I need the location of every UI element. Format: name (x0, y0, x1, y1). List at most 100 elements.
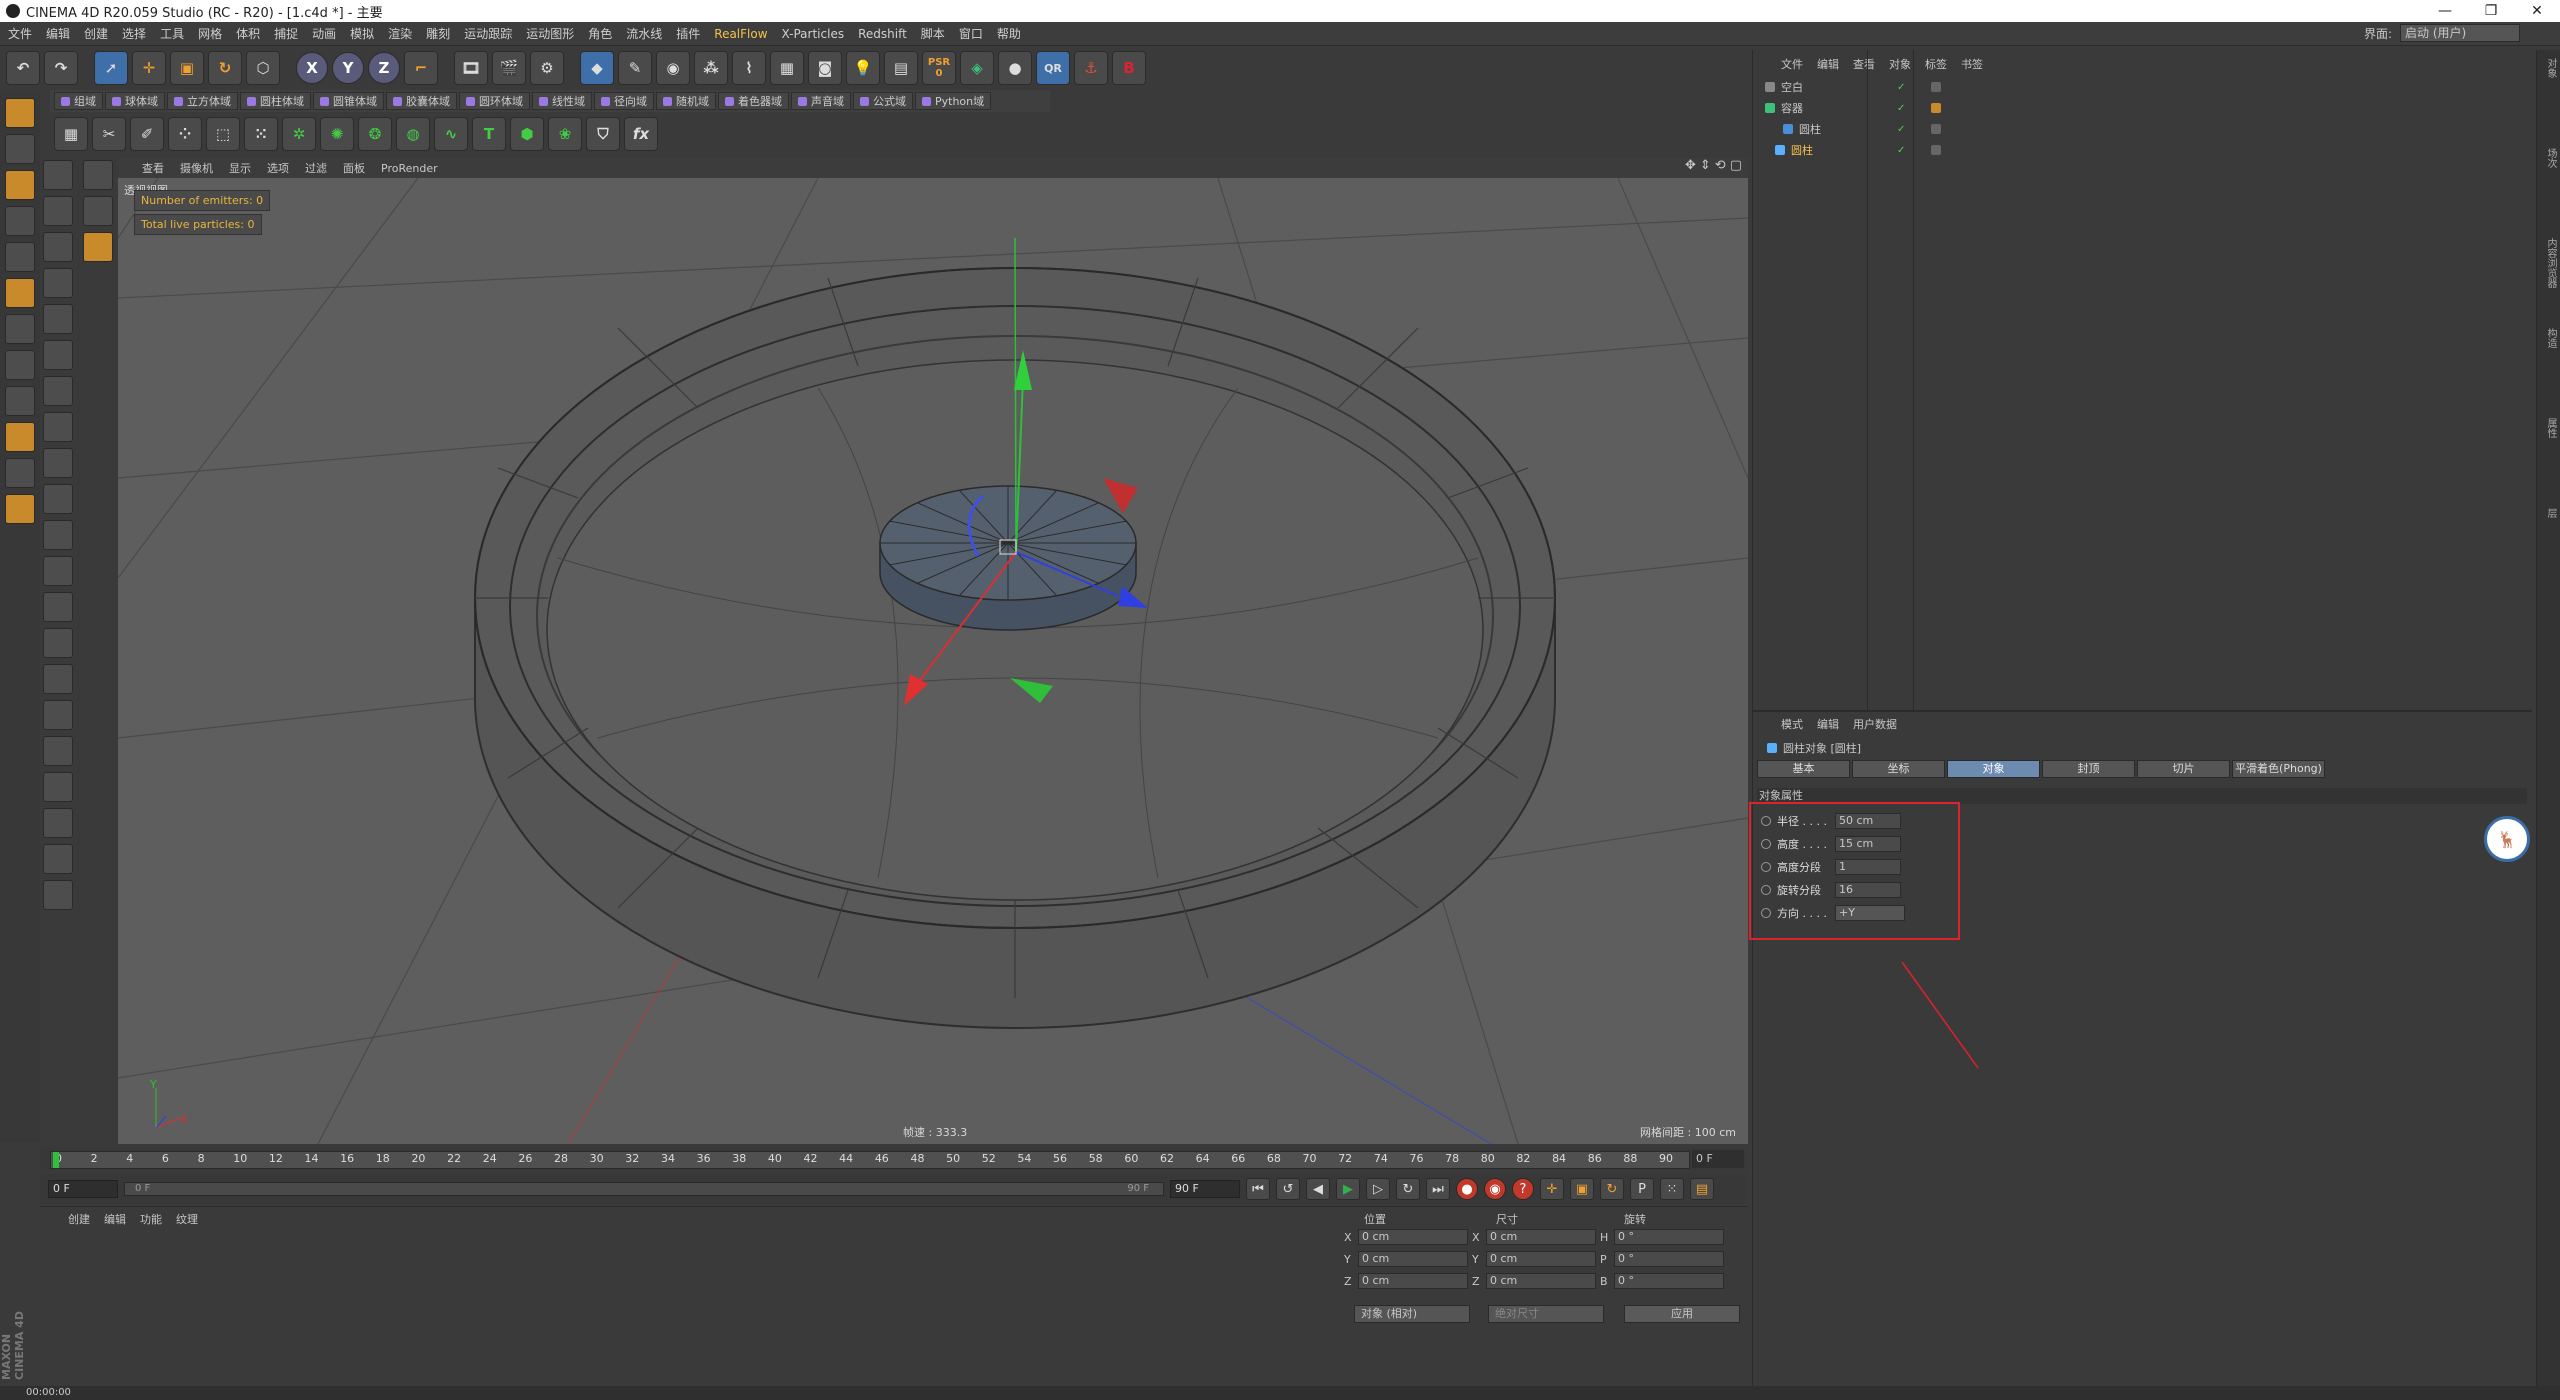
attribute-tab[interactable]: 切片 (2137, 760, 2230, 778)
menu-item[interactable]: 脚本 (921, 25, 945, 42)
points-icon[interactable]: ⁘ (168, 117, 202, 151)
emitter-icon[interactable]: ✲ (282, 117, 316, 151)
tag-icon[interactable]: ▤ (884, 51, 918, 85)
x-axis-icon[interactable]: X (296, 52, 328, 84)
attribute-tab[interactable]: 对象 (1947, 760, 2040, 778)
visibility-check-icon[interactable]: ✓ (1897, 103, 1905, 114)
pen-icon[interactable]: ✎ (618, 51, 652, 85)
split-icon[interactable] (43, 628, 73, 658)
object-tag-icon[interactable] (1931, 103, 1942, 113)
subdivide-icon[interactable] (43, 808, 73, 838)
attribute-menu-item[interactable]: 模式 (1781, 716, 1803, 732)
viewport-menu-item[interactable]: 过滤 (305, 160, 327, 176)
visibility-check-icon[interactable]: ✓ (1897, 124, 1905, 135)
menu-item[interactable]: 运动图形 (526, 25, 574, 42)
current-frame-field[interactable]: 0 F (1692, 1150, 1744, 1168)
key-param-icon[interactable]: P (1630, 1178, 1654, 1200)
anchor-icon[interactable]: ⚓ (1074, 51, 1108, 85)
texture-mode-icon[interactable] (5, 134, 35, 164)
object-tag-icon[interactable] (1931, 82, 1942, 92)
field-button[interactable]: 公式域 (853, 92, 913, 110)
lasso-icon[interactable]: ⬚ (206, 117, 240, 151)
menu-item[interactable]: 工具 (160, 25, 184, 42)
maximize-view-icon[interactable]: ▢ (1730, 158, 1742, 173)
xpresso-icon[interactable]: ◈ (960, 51, 994, 85)
timeline-ruler[interactable]: 0246810121416182022242628303234363840424… (40, 1148, 1746, 1170)
menu-item[interactable]: 编辑 (46, 25, 70, 42)
move-tool-icon[interactable] (83, 232, 113, 262)
attribute-tab[interactable]: 坐标 (1852, 760, 1945, 778)
axis-mode-icon[interactable] (5, 314, 35, 344)
end-frame-field[interactable]: 90 F (1170, 1180, 1240, 1198)
coord-size-field[interactable]: 0 cm (1486, 1273, 1596, 1289)
visibility-check-icon[interactable]: ✓ (1897, 145, 1905, 156)
menu-item[interactable]: 窗口 (959, 25, 983, 42)
object-tool-icon[interactable] (83, 160, 113, 190)
visibility-check-icon[interactable]: ✓ (1897, 82, 1905, 93)
object-menu-item[interactable]: 标签 (1925, 56, 1947, 72)
workplane-icon[interactable] (5, 170, 35, 200)
scale-icon[interactable]: ▣ (170, 51, 204, 85)
poly-select-icon[interactable] (43, 232, 73, 262)
zoom-icon[interactable]: ⇕ (1700, 158, 1711, 173)
mirror-icon[interactable] (43, 844, 73, 874)
trail-icon[interactable]: ∿ (434, 117, 468, 151)
edges-mode-icon[interactable] (5, 242, 35, 272)
coord-rot-field[interactable]: 0 ° (1614, 1251, 1724, 1267)
object-tag-icon[interactable] (1931, 124, 1942, 134)
modifier-icon[interactable]: ❂ (358, 117, 392, 151)
cube-icon[interactable]: ◆ (580, 51, 614, 85)
render-settings-icon[interactable]: ⚙ (530, 51, 564, 85)
prev-key-icon[interactable]: ↺ (1276, 1178, 1300, 1200)
timeline-track[interactable]: 0246810121416182022242628303234363840424… (50, 1151, 1690, 1169)
material-menu-item[interactable]: 纹理 (176, 1211, 198, 1227)
object-tag-icon[interactable] (1931, 145, 1942, 155)
menu-item[interactable]: 体积 (236, 25, 260, 42)
text-icon[interactable]: T (472, 117, 506, 151)
record-icon[interactable]: ● (1456, 1178, 1478, 1200)
menu-item[interactable]: RealFlow (714, 27, 767, 41)
extrude-icon[interactable] (43, 376, 73, 406)
right-tab[interactable]: 内容浏览器 (2540, 238, 2558, 288)
coord-size-field[interactable]: 0 cm (1486, 1251, 1596, 1267)
coord-mode-dropdown[interactable]: 对象 (相对) (1354, 1305, 1470, 1323)
menu-item[interactable]: Redshift (858, 27, 907, 41)
bevel-icon[interactable] (43, 412, 73, 442)
model-mode-icon[interactable] (5, 98, 35, 128)
playhead[interactable] (53, 1152, 59, 1168)
pour-icon[interactable]: ⛉ (586, 117, 620, 151)
attribute-tab[interactable]: 封顶 (2042, 760, 2135, 778)
size-mode-dropdown[interactable]: 绝对尺寸 (1488, 1305, 1604, 1323)
frame-range-slider[interactable]: 0 F 90 F (124, 1182, 1164, 1196)
grid-points-icon[interactable]: ⁙ (244, 117, 278, 151)
material-menu-item[interactable]: 功能 (140, 1211, 162, 1227)
right-tab[interactable]: 层 (2540, 508, 2558, 518)
autokey-icon[interactable]: ◉ (1484, 1178, 1506, 1200)
deformer-icon[interactable]: ⌇ (732, 51, 766, 85)
attribute-menu-item[interactable]: 用户数据 (1853, 716, 1897, 732)
object-menu-item[interactable]: 文件 (1781, 56, 1803, 72)
key-scale-icon[interactable]: ▣ (1570, 1178, 1594, 1200)
key-rotation-icon[interactable]: ↻ (1600, 1178, 1624, 1200)
menu-item[interactable]: 捕捉 (274, 25, 298, 42)
material-menu-item[interactable]: 编辑 (104, 1211, 126, 1227)
bridge-icon[interactable] (43, 340, 73, 370)
select-tool-icon[interactable] (83, 196, 113, 226)
move-icon[interactable]: ✛ (132, 51, 166, 85)
rect-select-icon[interactable] (43, 196, 73, 226)
keyframe-help-icon[interactable]: ? (1512, 1178, 1534, 1200)
object-menu-item[interactable]: 书签 (1961, 56, 1983, 72)
coord-pos-field[interactable]: 0 cm (1358, 1273, 1468, 1289)
menu-item[interactable]: 帮助 (997, 25, 1021, 42)
maximize-button[interactable]: ❐ (2468, 0, 2514, 22)
attribute-tab[interactable]: 平滑着色(Phong) (2232, 760, 2325, 778)
key-pla-icon[interactable]: ⁙ (1660, 1178, 1684, 1200)
menu-item[interactable]: 动画 (312, 25, 336, 42)
goto-end-icon[interactable]: ⏭ (1426, 1178, 1450, 1200)
qr-icon[interactable]: QR (1036, 51, 1070, 85)
coord-rot-field[interactable]: 0 ° (1614, 1229, 1724, 1245)
field-button[interactable]: 立方体域 (167, 92, 238, 110)
sphere-icon[interactable]: ● (998, 51, 1032, 85)
menu-item[interactable]: 角色 (588, 25, 612, 42)
menu-item[interactable]: 雕刻 (426, 25, 450, 42)
